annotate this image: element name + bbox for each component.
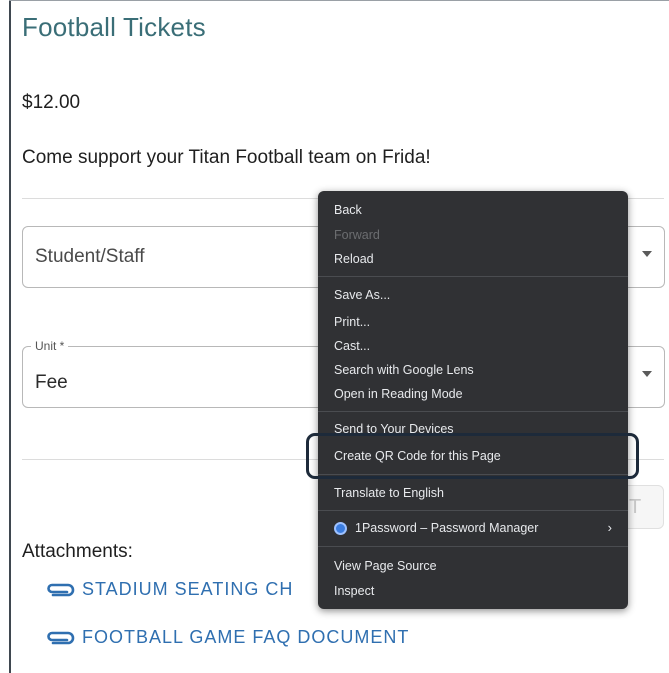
menu-item-reload[interactable]: Reload [334, 252, 374, 266]
menu-separator [318, 411, 628, 412]
menu-item-print[interactable]: Print... [334, 315, 370, 329]
attachment-link-label: STADIUM SEATING CH [82, 579, 294, 599]
unit-select-value: Fee [35, 372, 68, 393]
attachment-link-label: FOOTBALL GAME FAQ DOCUMENT [82, 627, 410, 647]
password-manager-icon [334, 522, 347, 535]
menu-item-cast[interactable]: Cast... [334, 339, 370, 353]
dropdown-arrow-icon[interactable] [642, 251, 652, 257]
category-select-value: Student/Staff [35, 246, 145, 267]
ticket-description: Come support your Titan Football team on… [22, 147, 431, 168]
dropdown-arrow-icon[interactable] [642, 371, 652, 377]
ticket-price: $12.00 [22, 92, 81, 113]
menu-item-forward: Forward [334, 228, 380, 242]
menu-item-search-google-lens[interactable]: Search with Google Lens [334, 363, 474, 377]
page-title: Football Tickets [22, 12, 206, 42]
menu-item-view-page-source[interactable]: View Page Source [334, 559, 437, 573]
menu-item-reading-mode[interactable]: Open in Reading Mode [334, 387, 463, 401]
menu-item-inspect[interactable]: Inspect [334, 584, 374, 598]
qr-code-menu-item-highlight [306, 433, 639, 479]
page-left-border [9, 0, 11, 673]
page-top-border [9, 0, 669, 1]
unit-select-label: Unit * [31, 339, 69, 353]
attachment-link-stadium-seating[interactable]: STADIUM SEATING CH [45, 579, 293, 600]
paperclip-icon [47, 583, 75, 596]
paperclip-icon [47, 631, 75, 644]
menu-item-translate[interactable]: Translate to English [334, 486, 444, 500]
partially-hidden-button-label: T [629, 496, 642, 518]
menu-separator [318, 546, 628, 547]
menu-separator [318, 276, 628, 277]
browser-context-menu: Back Forward Reload Save As... Print... … [318, 191, 628, 609]
attachments-label: Attachments: [22, 541, 133, 562]
menu-item-back[interactable]: Back [334, 203, 362, 217]
menu-separator [318, 510, 628, 511]
attachment-link-faq-document[interactable]: FOOTBALL GAME FAQ DOCUMENT [45, 627, 409, 648]
chevron-right-icon: › [607, 520, 612, 535]
menu-item-password-manager[interactable]: 1Password – Password Manager [355, 521, 538, 535]
menu-item-save-as[interactable]: Save As... [334, 288, 390, 302]
